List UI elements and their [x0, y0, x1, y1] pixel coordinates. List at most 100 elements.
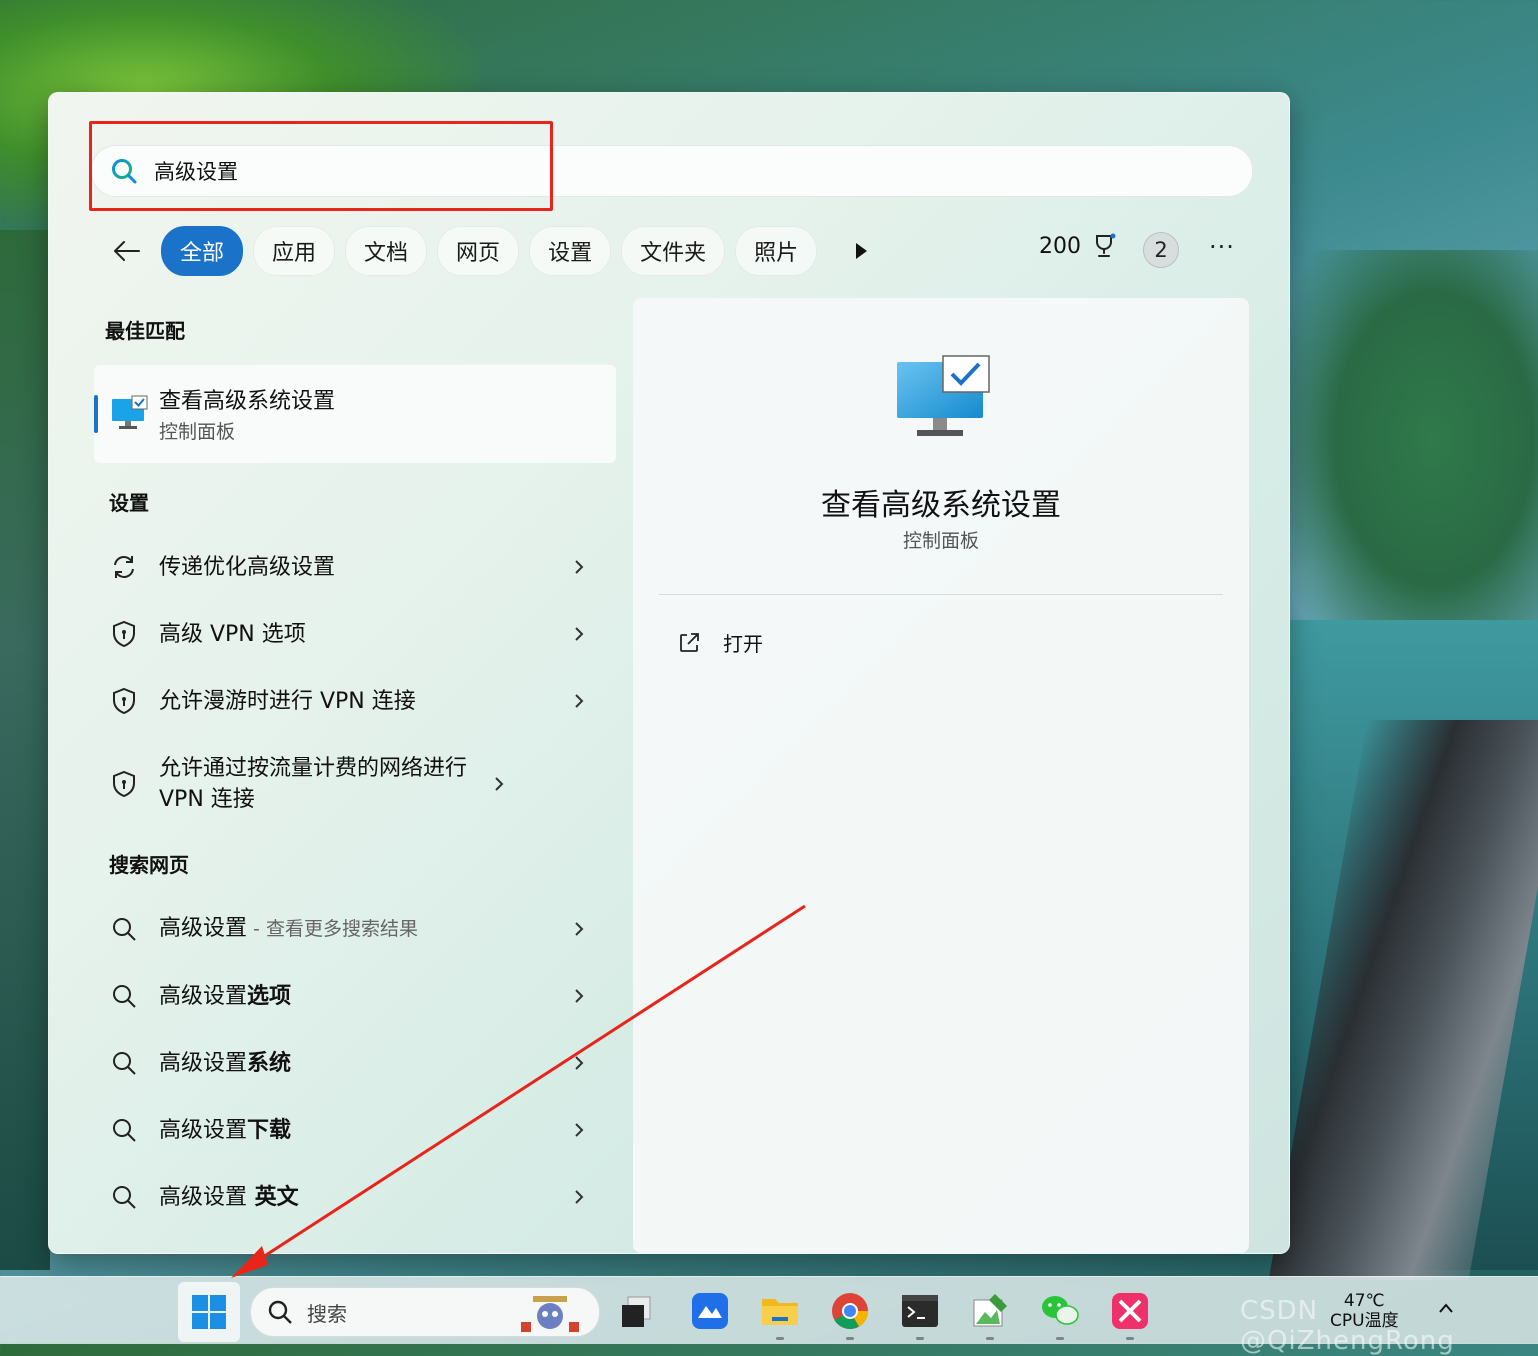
web-result-item[interactable]: 高级设置系统: [109, 1047, 589, 1079]
recorder-app-icon: [1112, 1293, 1148, 1329]
start-button[interactable]: [178, 1282, 240, 1342]
open-action-label: 打开: [723, 632, 763, 656]
settings-item-vpn-roaming[interactable]: 允许漫游时进行 VPN 连接: [109, 685, 589, 717]
web-result-item[interactable]: 高级设置 英文: [109, 1181, 589, 1213]
tab-all[interactable]: 全部: [161, 226, 244, 276]
tab-settings[interactable]: 设置: [529, 226, 612, 276]
search-icon: [113, 1119, 136, 1142]
rewards-points-value: 200: [1039, 233, 1081, 259]
filter-bar: 全部 应用 文档 网页 设置 文件夹 照片: [109, 225, 869, 277]
chrome-icon: [832, 1293, 868, 1330]
rewards-points[interactable]: 200: [1039, 233, 1117, 259]
selection-indicator: [94, 395, 98, 433]
taskbar-app-recorder[interactable]: [1110, 1291, 1150, 1331]
monitor-check-icon: [897, 355, 990, 436]
detail-subtitle: 控制面板: [902, 530, 979, 552]
taskbar-search[interactable]: 搜索: [250, 1287, 600, 1337]
web-result-suggestion: 下载: [247, 1117, 292, 1143]
web-result-query: 高级设置: [159, 1050, 248, 1076]
chevron-right-icon: [575, 1190, 584, 1204]
search-icon: [112, 159, 137, 184]
tab-photos[interactable]: 照片: [735, 226, 818, 276]
web-result-item[interactable]: 高级设置选项: [109, 980, 589, 1012]
settings-item-advanced-vpn[interactable]: 高级 VPN 选项: [109, 618, 589, 650]
detail-title: 查看高级系统设置: [821, 488, 1061, 523]
section-best-match: 最佳匹配: [105, 319, 185, 343]
web-result-suggestion: 系统: [247, 1050, 292, 1076]
settings-item-vpn-metered[interactable]: 允许通过按流量计费的网络进行 VPN 连接: [109, 752, 589, 816]
search-icon: [113, 985, 136, 1008]
taskbar-app-wechat[interactable]: [1040, 1291, 1080, 1331]
play-more-tabs-icon[interactable]: [853, 241, 869, 261]
open-external-icon: [680, 632, 699, 652]
search-icon: [268, 1300, 292, 1324]
web-result-query: 高级设置: [159, 983, 248, 1009]
wechat-icon: [1042, 1296, 1079, 1325]
tab-folders[interactable]: 文件夹: [621, 226, 726, 276]
web-result-suggestion: 英文: [247, 1184, 299, 1210]
tab-web[interactable]: 网页: [437, 226, 520, 276]
sync-icon: [114, 556, 134, 578]
back-button[interactable]: [109, 233, 145, 269]
photo-editor-icon: [973, 1294, 1007, 1327]
folder-icon: [762, 1299, 798, 1325]
best-match-subtitle: 控制面板: [159, 421, 236, 443]
search-input[interactable]: 高级设置: [91, 145, 1253, 197]
tab-apps[interactable]: 应用: [253, 226, 336, 276]
chevron-right-icon: [575, 560, 584, 574]
start-search-panel: 高级设置 全部 应用 文档 网页 设置 文件夹 照片 200 2 ··· 最佳匹…: [48, 92, 1290, 1254]
search-highlight-icon: [521, 1296, 579, 1332]
settings-item-label: 传递优化高级设置: [159, 554, 336, 580]
settings-item-label: 允许漫游时进行 VPN 连接: [159, 688, 416, 714]
detail-pane: 查看高级系统设置 控制面板 打开: [633, 298, 1249, 1253]
shield-icon: [113, 687, 135, 715]
chevron-right-icon: [575, 694, 584, 708]
chevron-right-icon: [495, 777, 504, 791]
web-result-suggestion: 选项: [247, 983, 292, 1009]
web-result-query: 高级设置: [159, 1117, 248, 1143]
web-result-hint: - 查看更多搜索结果: [247, 918, 418, 940]
feishu-app-icon: [692, 1293, 728, 1329]
search-query-text: 高级设置: [154, 160, 238, 184]
user-badge[interactable]: 2: [1143, 232, 1179, 268]
taskbar-app-photo-editor[interactable]: [970, 1291, 1010, 1331]
web-result-item[interactable]: 高级设置 - 查看更多搜索结果: [109, 913, 589, 945]
taskbar-app-file-explorer[interactable]: [760, 1291, 800, 1331]
taskbar-app-terminal[interactable]: [900, 1291, 940, 1331]
tab-documents[interactable]: 文档: [345, 226, 428, 276]
terminal-icon: [902, 1295, 938, 1327]
more-options-button[interactable]: ···: [1209, 233, 1235, 261]
web-result-query: 高级设置: [159, 916, 248, 941]
shield-icon: [113, 620, 135, 648]
web-result-item[interactable]: 高级设置下载: [109, 1114, 589, 1146]
shield-icon: [113, 770, 135, 798]
watermark: CSDN @QiZhengRong: [1240, 1296, 1455, 1356]
windows-logo-icon: [192, 1295, 226, 1329]
monitor-check-icon: [112, 395, 148, 429]
settings-item-delivery-optimization[interactable]: 传递优化高级设置: [109, 551, 589, 583]
search-icon: [113, 1186, 136, 1209]
chevron-right-icon: [575, 1123, 584, 1137]
task-view-icon: [622, 1296, 651, 1327]
taskbar-search-label: 搜索: [307, 1301, 347, 1326]
search-icon: [113, 1052, 136, 1075]
task-view-button[interactable]: [616, 1291, 656, 1331]
search-icon: [113, 918, 136, 941]
section-search-web: 搜索网页: [109, 853, 189, 877]
chevron-right-icon: [575, 989, 584, 1003]
open-action[interactable]: 打开: [677, 628, 763, 657]
settings-item-label: 允许通过按流量计费的网络进行 VPN 连接: [159, 756, 468, 812]
chevron-right-icon: [575, 627, 584, 641]
divider: [659, 594, 1223, 595]
chevron-right-icon: [575, 1056, 584, 1070]
taskbar-app-chrome[interactable]: [830, 1291, 870, 1331]
back-arrow-icon: [114, 241, 140, 261]
chevron-right-icon: [575, 922, 584, 936]
trophy-icon: [1096, 233, 1116, 257]
web-result-query: 高级设置: [159, 1184, 248, 1210]
section-settings: 设置: [109, 491, 149, 515]
best-match-item[interactable]: 查看高级系统设置 控制面板: [94, 365, 616, 463]
settings-item-label: 高级 VPN 选项: [159, 621, 306, 647]
best-match-title: 查看高级系统设置: [159, 389, 336, 414]
taskbar-app-feishu[interactable]: [690, 1291, 730, 1331]
